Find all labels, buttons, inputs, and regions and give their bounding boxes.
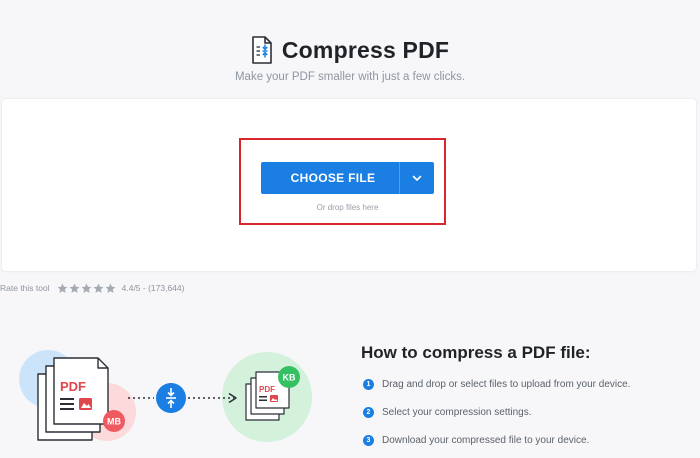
rating-score: 4.4/5 - (173,644) (121, 283, 185, 293)
howto-step: 3 Download your compressed file to your … (363, 433, 589, 447)
compress-document-icon (252, 36, 272, 64)
star-icon[interactable] (69, 283, 80, 294)
source-doc-label: PDF (60, 379, 86, 394)
star-icon[interactable] (57, 283, 68, 294)
header: Compress PDF Make your PDF smaller with … (0, 0, 700, 100)
chevron-down-icon[interactable] (400, 162, 434, 194)
size-badge-mb-label: MB (107, 417, 121, 427)
title-row: Compress PDF (0, 36, 700, 64)
source-document-stack: PDF (37, 357, 109, 441)
howto-step: 1 Drag and drop or select files to uploa… (363, 377, 630, 391)
drop-hint: Or drop files here (316, 203, 379, 212)
step-text: Download your compressed file to your de… (382, 434, 590, 446)
star-icon[interactable] (105, 283, 116, 294)
step-text: Drag and drop or select files to upload … (382, 378, 631, 390)
page-subtitle: Make your PDF smaller with just a few cl… (234, 71, 466, 83)
step-number-badge: 3 (363, 434, 374, 446)
target-doc-label: PDF (259, 385, 275, 394)
choose-file-label: CHOOSE FILE (290, 171, 376, 185)
step-text: Select your compression settings. (382, 406, 532, 418)
star-icon[interactable] (93, 283, 104, 294)
choose-file-button[interactable]: CHOOSE FILE (261, 162, 434, 194)
rating-widget: Rate this tool 4.4/5 - (173,644) (0, 281, 184, 295)
star-icon[interactable] (81, 283, 92, 294)
howto-step: 2 Select your compression settings. (363, 405, 532, 419)
howto-title: How to compress a PDF file: (361, 343, 591, 362)
star-rating[interactable] (57, 283, 116, 294)
size-badge-kb-label: KB (283, 373, 296, 383)
step-number-badge: 2 (363, 406, 374, 418)
rating-label: Rate this tool (0, 283, 50, 293)
page-title: Compress PDF (281, 36, 450, 63)
compression-illustration: PDF MB PDF KB (19, 350, 312, 442)
compress-arrows-icon (156, 383, 186, 413)
step-number-badge: 1 (363, 378, 374, 390)
